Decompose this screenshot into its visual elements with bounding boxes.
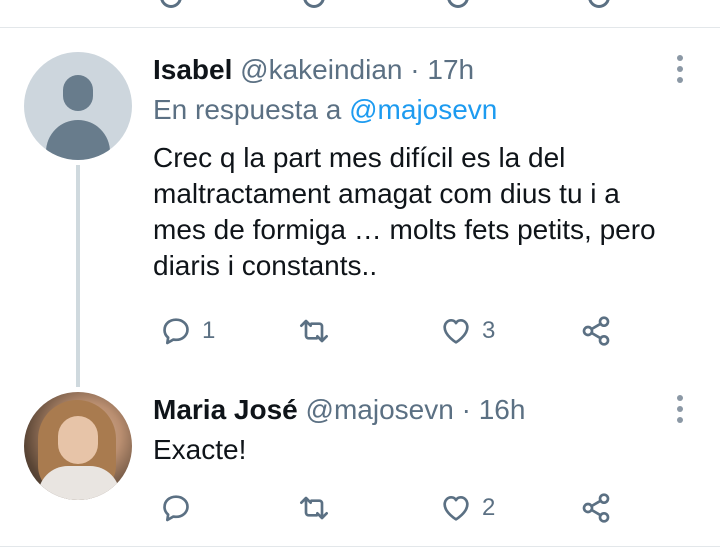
timestamp[interactable]: 17h (427, 54, 474, 85)
tweet-text: Exacte! (153, 432, 713, 468)
tweet-text-line: Exacte! (153, 434, 247, 465)
reply-button[interactable] (160, 488, 202, 528)
share-icon (582, 316, 610, 346)
tweet-text-line: Crec q la part mes difícil es la del (153, 142, 566, 173)
reply-button[interactable]: 1 (160, 311, 215, 351)
user-handle[interactable]: @kakeindian (240, 54, 402, 85)
tweet-text-line: diaris i constants.. (153, 250, 378, 281)
thread-connector (76, 165, 80, 387)
like-count: 3 (482, 317, 496, 344)
like-count: 2 (482, 494, 496, 521)
avatar[interactable] (24, 52, 132, 160)
heart-icon (443, 319, 469, 344)
action-bar: 1 3 (0, 311, 720, 351)
tweet-text-line: maltractament amagat com dius tu i a (153, 178, 620, 209)
like-button[interactable]: 2 (440, 488, 495, 528)
tweet-header: Isabel @kakeindian · 17h (153, 52, 474, 88)
default-avatar-icon (63, 75, 93, 111)
previous-tweet-fragment (0, 0, 720, 28)
share-icon[interactable] (588, 0, 610, 8)
display-name[interactable]: Isabel (153, 54, 232, 85)
tweet-text-line: mes de formiga … molts fets petits, pero (153, 214, 656, 245)
user-handle[interactable]: @majosevn (306, 394, 454, 425)
display-name[interactable]: Maria José (153, 394, 298, 425)
more-vertical-icon[interactable] (672, 55, 688, 85)
share-button[interactable] (580, 311, 612, 351)
retweet-icon (300, 496, 328, 520)
reply-icon (163, 318, 189, 345)
retweet-icon[interactable] (303, 0, 325, 8)
mention-link[interactable]: @majosevn (349, 94, 497, 125)
retweet-button[interactable] (298, 311, 340, 351)
divider (0, 546, 720, 547)
reply-icon (163, 495, 189, 522)
retweet-button[interactable] (298, 488, 340, 528)
avatar[interactable] (24, 392, 132, 500)
reply-count: 1 (202, 317, 216, 344)
reply-context: En respuesta a @majosevn (153, 92, 497, 128)
share-button[interactable] (580, 488, 612, 528)
retweet-icon (300, 319, 328, 343)
separator: · (410, 54, 420, 85)
timestamp[interactable]: 16h (479, 394, 526, 425)
tweet-header: Maria José @majosevn · 16h (153, 392, 525, 428)
like-button[interactable]: 3 (440, 311, 495, 351)
share-icon (582, 493, 610, 523)
action-bar: 2 (0, 488, 720, 528)
reply-icon[interactable] (160, 0, 182, 8)
reply-prefix: En respuesta a (153, 94, 342, 125)
heart-icon[interactable] (447, 0, 469, 8)
tweet-text: Crec q la part mes difícil es la del mal… (153, 140, 713, 284)
more-vertical-icon[interactable] (672, 395, 688, 425)
separator: · (461, 394, 471, 425)
heart-icon (443, 496, 469, 521)
